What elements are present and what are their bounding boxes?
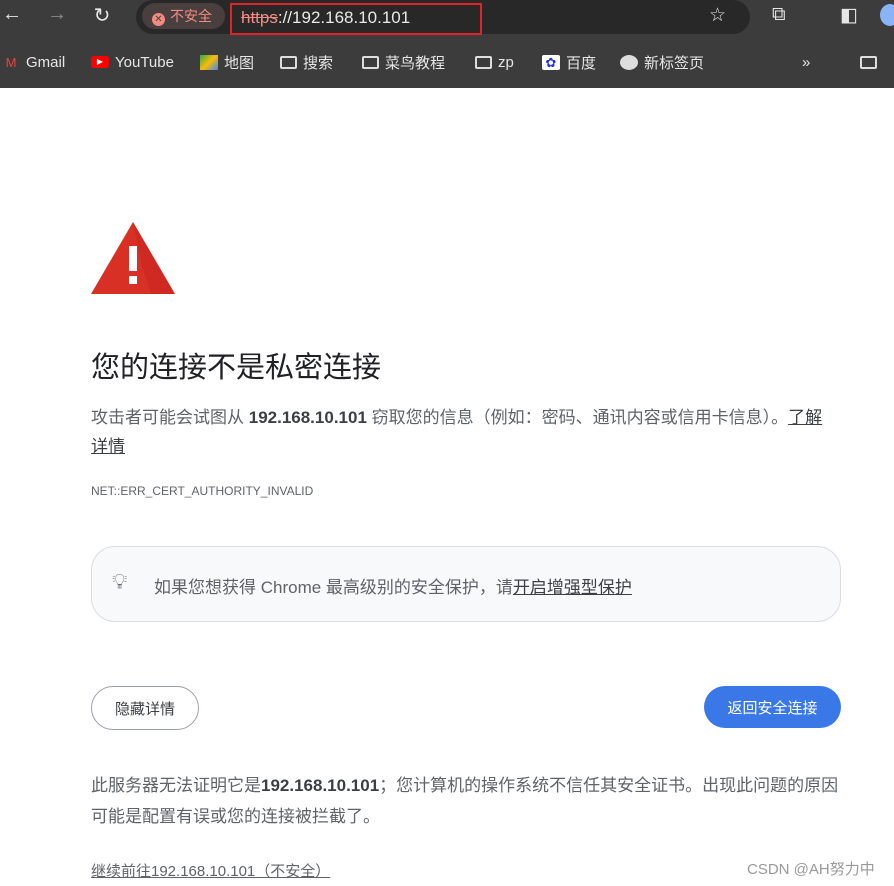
back-button[interactable]: ← (0, 3, 24, 26)
baidu-icon: ✿ (542, 54, 560, 70)
forward-button[interactable]: → (45, 3, 69, 26)
lightbulb-icon: 💡︎ (112, 569, 128, 594)
avatar[interactable] (880, 4, 894, 26)
bookmark-baidu[interactable]: ✿ 百度 (542, 50, 596, 74)
youtube-icon: ▶ (91, 56, 109, 68)
bookmark-newtab[interactable]: 新标签页 (620, 50, 704, 74)
browser-toolbar: ← → ↻ ✕ 不安全 https://192.168.10.101 ☆ ⧉ ◧ … (0, 0, 894, 88)
bookmark-folder[interactable]: 菜鸟教程 (362, 50, 445, 74)
url-text[interactable]: https://192.168.10.101 (230, 3, 482, 35)
folder-icon (362, 55, 379, 69)
bookmark-maps[interactable]: 地图 (200, 50, 254, 74)
bookmark-folder[interactable]: 搜索 (280, 50, 333, 74)
back-to-safety-button[interactable]: 返回安全连接 (704, 686, 841, 728)
maps-icon (200, 54, 218, 70)
warning-icon (91, 222, 175, 294)
bookmark-youtube[interactable]: ▶ YouTube (91, 50, 174, 74)
hide-details-button[interactable]: 隐藏详情 (91, 686, 199, 730)
gmail-icon: M (5, 54, 17, 70)
enhanced-protection-card: 💡︎ 如果您想获得 Chrome 最高级别的安全保护，请开启增强型保护 (91, 546, 841, 622)
star-icon[interactable]: ☆ (709, 4, 726, 27)
security-chip[interactable]: ✕ 不安全 (142, 3, 225, 29)
folder-icon (860, 55, 877, 69)
proceed-unsafe-link[interactable]: 继续前往192.168.10.101（不安全） (91, 860, 330, 881)
watermark: CSDN @AH努力中 (747, 861, 875, 878)
folder-icon (280, 55, 297, 69)
extensions-icon[interactable]: ⧉ (772, 4, 786, 26)
bookmark-folder[interactable]: zp (475, 50, 514, 74)
bookmark-gmail[interactable]: M Gmail (2, 50, 66, 74)
more-bookmarks-button[interactable]: » (802, 50, 810, 74)
globe-icon (620, 54, 638, 70)
reload-button[interactable]: ↻ (90, 3, 114, 28)
details-text: 此服务器无法证明它是192.168.10.101；您计算机的操作系统不信任其安全… (91, 776, 839, 826)
enhanced-protection-link[interactable]: 开启增强型保护 (513, 578, 632, 597)
error-icon: ✕ (152, 13, 165, 26)
other-bookmarks-folder[interactable] (860, 50, 877, 74)
sidepanel-icon[interactable]: ◧ (840, 4, 858, 27)
description: 攻击者可能会试图从 192.168.10.101 窃取您的信息（例如：密码、通讯… (91, 408, 823, 456)
page-title: 您的连接不是私密连接 (91, 352, 382, 384)
error-code: NET::ERR_CERT_AUTHORITY_INVALID (91, 484, 314, 498)
folder-icon (475, 55, 492, 69)
